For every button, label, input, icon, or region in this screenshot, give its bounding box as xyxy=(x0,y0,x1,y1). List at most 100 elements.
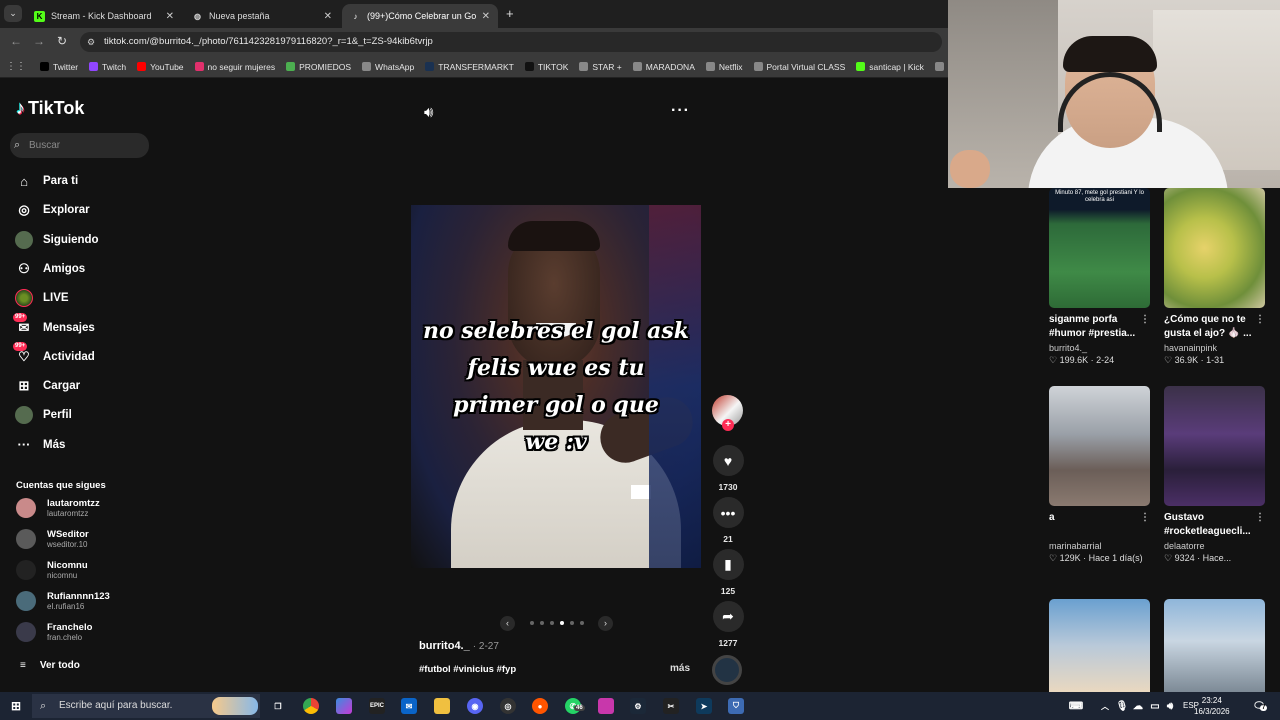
following-item[interactable]: lautaromtzz lautaromtzz xyxy=(16,496,100,520)
video-card[interactable]: a ⋮ marinabarrial ♡ 129K · Hace 1 día(s) xyxy=(1049,386,1150,564)
share-action[interactable]: ➦ 1277 xyxy=(712,601,744,648)
tab-new-tab[interactable]: ◍ Nueva pestaña ✕ xyxy=(184,4,340,28)
bookmark-item[interactable]: YouTube xyxy=(137,62,184,72)
windows-start-icon[interactable]: ⊞ xyxy=(8,698,24,714)
post-photo[interactable]: no selebres el gol ask felis wue es tu pri… xyxy=(411,205,701,568)
sidebar-item-activity[interactable]: ♡ 99+ Actividad xyxy=(13,341,95,367)
following-item[interactable]: Nicomnu nicomnu xyxy=(16,558,88,582)
following-item[interactable]: Franchelo fran.chelo xyxy=(16,620,92,644)
bookmark-item[interactable]: TRANSFERMARKT xyxy=(425,62,514,72)
tiktok-logo[interactable]: ♪ TikTok xyxy=(16,98,84,119)
back-arrow-icon[interactable]: ← xyxy=(10,34,22,48)
more-button[interactable]: más xyxy=(670,663,690,674)
chevron-left-icon[interactable]: ‹ xyxy=(500,615,515,631)
speaker-icon[interactable]: 🔊︎ xyxy=(1162,698,1178,714)
close-icon[interactable]: ✕ xyxy=(482,11,490,22)
follow-plus-icon[interactable]: + xyxy=(722,419,734,431)
video-thumbnail[interactable] xyxy=(1049,599,1150,692)
sidebar-item-messages[interactable]: ✉ 99+ Mensajes xyxy=(13,312,95,338)
comment-action[interactable]: ••• 21 xyxy=(712,497,744,544)
like-action[interactable]: ♥ 1730 xyxy=(712,445,744,492)
video-card[interactable]: Minuto 87, mete gol prestiani Y lo celeb… xyxy=(1049,188,1150,366)
bookmark-item[interactable]: Portal Virtual CLASS xyxy=(753,62,845,72)
bookmark-item[interactable]: santicap | Kick xyxy=(856,62,924,72)
sidebar-item-home[interactable]: ⌂ Para ti xyxy=(15,171,78,191)
carousel-dot[interactable] xyxy=(559,621,564,625)
sidebar-item-friends[interactable]: ⚇ Amigos xyxy=(15,259,85,279)
video-title[interactable]: a ⋮ xyxy=(1049,511,1150,539)
volume-icon[interactable]: 🔊︎ xyxy=(424,104,433,121)
shield-icon[interactable]: ⛉ xyxy=(728,698,744,714)
sound-avatar[interactable] xyxy=(712,655,742,685)
sidebar-item-more[interactable]: ··· Más xyxy=(15,435,66,455)
carousel-dot[interactable] xyxy=(569,621,574,625)
notification-icon[interactable]: 🗨︎ 7 xyxy=(1251,698,1268,714)
keyboard-icon[interactable]: ⌨ xyxy=(1068,698,1084,714)
app-arrow-icon[interactable]: ➤ xyxy=(696,698,712,714)
system-clock[interactable]: 23:24 16/3/2026 xyxy=(1194,695,1230,717)
carousel-dot[interactable] xyxy=(539,621,544,625)
video-author[interactable]: marinabarrial xyxy=(1049,541,1150,551)
share-icon[interactable]: ➦ xyxy=(712,601,744,632)
tab-list-button[interactable]: ⌄ xyxy=(4,5,22,22)
video-thumbnail[interactable] xyxy=(1049,386,1150,506)
tab-kick-dashboard[interactable]: K Stream - Kick Dashboard ✕ xyxy=(26,4,182,28)
sidebar-item-upload[interactable]: ⊞ Cargar xyxy=(15,376,81,396)
bookmark-item[interactable]: STAR + xyxy=(579,62,622,72)
capcut-icon[interactable]: ✂ xyxy=(663,698,679,714)
obs-icon[interactable]: ◎ xyxy=(500,698,516,714)
bookmark-item[interactable]: no seguir mujeres xyxy=(194,62,275,72)
carousel-dot[interactable] xyxy=(529,621,534,625)
sidebar-item-compass[interactable]: ◎ Explorar xyxy=(15,200,89,220)
creator-avatar[interactable]: + xyxy=(712,395,743,431)
chrome-icon[interactable] xyxy=(303,698,319,714)
video-author[interactable]: burrito4._ xyxy=(1049,343,1150,353)
video-author[interactable]: havanainpink xyxy=(1164,343,1265,353)
video-thumbnail[interactable] xyxy=(1164,386,1265,506)
following-item[interactable]: Rufiannnn123 el.rufian16 xyxy=(16,589,110,613)
sidebar-item-profile[interactable]: Perfil xyxy=(15,405,72,425)
new-tab-button[interactable]: + xyxy=(506,6,514,21)
following-item[interactable]: WSeditor wseditor.10 xyxy=(16,527,89,551)
kebab-menu-icon[interactable]: ⋮ xyxy=(1255,313,1265,327)
taskbar-search-input[interactable]: ⌕ Escribe aquí para buscar. xyxy=(32,694,260,718)
microphone-icon[interactable]: 🎙︎ xyxy=(1114,698,1130,714)
tab-tiktok[interactable]: ♪ (99+)Cómo Celebrar un Go ✕ xyxy=(342,4,498,28)
post-author[interactable]: burrito4._ · 2-27 xyxy=(419,640,499,652)
bookmark-item[interactable]: UDE xyxy=(934,62,948,72)
discord-icon[interactable]: ◉ xyxy=(467,698,483,714)
video-card[interactable]: ¿Cómo que no te gusta el ajo? 🧄 ... ⋮ hava… xyxy=(1164,188,1265,366)
video-thumbnail[interactable]: Minuto 87, mete gol prestiani Y lo celeb… xyxy=(1049,188,1150,308)
author-name[interactable]: burrito4._ xyxy=(419,640,470,652)
video-card[interactable] xyxy=(1049,599,1150,692)
whatsapp-icon[interactable]: ✆ 46 xyxy=(565,698,585,714)
reload-icon[interactable]: ↻ xyxy=(57,34,67,48)
url-field[interactable]: ⚙ tiktok.com/@burrito4._/photo/761142328… xyxy=(80,32,942,52)
video-title[interactable]: ¿Cómo que no te gusta el ajo? 🧄 ... ⋮ xyxy=(1164,313,1265,341)
site-info-icon[interactable]: ⚙ xyxy=(87,32,95,52)
kebab-menu-icon[interactable]: ⋮ xyxy=(1140,511,1150,525)
save-action[interactable]: ▮ 125 xyxy=(712,549,744,596)
bookmark-icon[interactable]: ▮ xyxy=(712,549,744,580)
kebab-menu-icon[interactable]: ⋮ xyxy=(1255,511,1265,525)
video-thumbnail[interactable] xyxy=(1164,599,1265,692)
video-author[interactable]: delaatorre xyxy=(1164,541,1265,551)
chevron-up-icon[interactable]: ︿ xyxy=(1097,698,1113,714)
bookmark-item[interactable]: PROMIEDOS xyxy=(286,62,351,72)
video-thumbnail[interactable] xyxy=(1164,188,1265,308)
file-explorer-icon[interactable] xyxy=(434,698,450,714)
cloud-icon[interactable]: ☁ xyxy=(1130,698,1146,714)
sidebar-item-live[interactable]: LIVE xyxy=(15,288,69,308)
app-icon[interactable]: ● xyxy=(532,698,548,714)
video-title[interactable]: Gustavo #rocketleaguecli... ⋮ xyxy=(1164,511,1265,539)
post-hashtags[interactable]: #futbol #vinicius #fyp xyxy=(419,664,516,675)
comment-icon[interactable]: ••• xyxy=(712,497,744,528)
apps-grid-icon[interactable]: ⋮⋮ xyxy=(6,61,26,72)
task-view-icon[interactable]: ❐ xyxy=(270,698,286,714)
heart-icon[interactable]: ♥ xyxy=(712,445,744,476)
epic-games-icon[interactable]: EPIC xyxy=(369,698,385,714)
bookmark-item[interactable]: WhatsApp xyxy=(362,62,414,72)
copilot-icon[interactable] xyxy=(336,698,352,714)
video-title[interactable]: siganme porfa #humor #prestia... ⋮ xyxy=(1049,313,1150,341)
app-pink-icon[interactable] xyxy=(598,698,614,714)
